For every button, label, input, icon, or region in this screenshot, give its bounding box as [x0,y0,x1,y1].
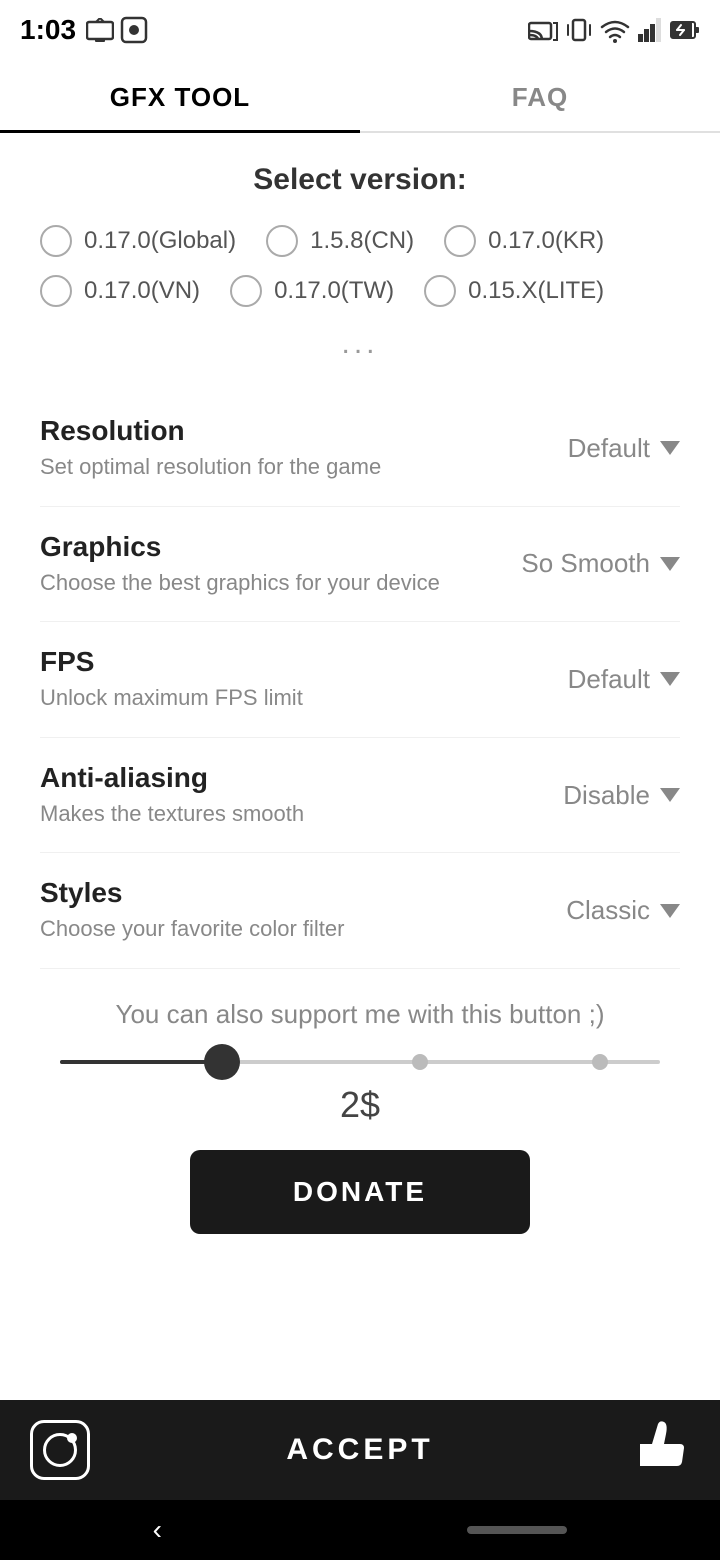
styles-chevron-icon [660,904,680,918]
version-grid: 0.17.0(Global) 1.5.8(CN) 0.17.0(KR) 0.17… [40,225,680,307]
radio-vn[interactable] [40,275,72,307]
status-time: 1:03 [20,14,76,46]
status-icons-right [528,17,700,43]
slider-fill [60,1060,222,1064]
resolution-dropdown[interactable]: Default [500,433,680,464]
tab-faq[interactable]: FAQ [360,60,720,131]
instagram-icon[interactable] [30,1420,90,1480]
thumbs-up-icon[interactable] [630,1416,690,1484]
slider-dot-1 [412,1054,428,1070]
screen-icon [120,16,148,44]
graphics-title: Graphics [40,531,480,563]
vibrate-icon [566,17,592,43]
graphics-desc: Choose the best graphics for your device [40,569,480,598]
version-title: Select version: [40,163,680,197]
status-bar: 1:03 [0,0,720,60]
graphics-dropdown[interactable]: So Smooth [500,548,680,579]
resolution-setting: Resolution Set optimal resolution for th… [40,391,680,507]
radio-kr[interactable] [444,225,476,257]
status-icons-left [86,16,148,44]
fps-title: FPS [40,646,480,678]
radio-tw[interactable] [230,275,262,307]
fps-setting: FPS Unlock maximum FPS limit Default [40,622,680,738]
styles-dropdown[interactable]: Classic [500,895,680,926]
antialiasing-chevron-icon [660,788,680,802]
styles-title: Styles [40,877,480,909]
nav-bar: ‹ [0,1500,720,1560]
support-text: You can also support me with this button… [40,999,680,1030]
resolution-chevron-icon [660,441,680,455]
slider-dot-2 [592,1054,608,1070]
antialiasing-title: Anti-aliasing [40,762,480,794]
radio-global[interactable] [40,225,72,257]
antialiasing-setting: Anti-aliasing Makes the textures smooth … [40,738,680,854]
version-option-lite[interactable]: 0.15.X(LITE) [424,275,604,307]
version-row-2: 0.17.0(VN) 0.17.0(TW) 0.15.X(LITE) [40,275,680,307]
resolution-desc: Set optimal resolution for the game [40,453,480,482]
antialiasing-value: Disable [563,780,650,811]
support-section: You can also support me with this button… [40,999,680,1234]
home-pill[interactable] [467,1526,567,1534]
styles-desc: Choose your favorite color filter [40,915,480,944]
back-button[interactable]: ‹ [153,1514,162,1546]
bottom-bar: ACCEPT [0,1400,720,1500]
fps-dropdown[interactable]: Default [500,664,680,695]
tab-bar: GFX TOOL FAQ [0,60,720,133]
version-section: Select version: 0.17.0(Global) 1.5.8(CN)… [40,163,680,361]
version-label-vn: 0.17.0(VN) [84,277,200,305]
version-option-kr[interactable]: 0.17.0(KR) [444,225,604,257]
wifi-icon [600,17,630,43]
main-content: Select version: 0.17.0(Global) 1.5.8(CN)… [0,133,720,1294]
battery-icon [670,18,700,42]
version-option-cn[interactable]: 1.5.8(CN) [266,225,414,257]
antialiasing-desc: Makes the textures smooth [40,800,480,829]
radio-lite[interactable] [424,275,456,307]
donate-button[interactable]: DONATE [190,1150,530,1234]
version-option-vn[interactable]: 0.17.0(VN) [40,275,200,307]
signal-icon [638,18,662,42]
version-row-1: 0.17.0(Global) 1.5.8(CN) 0.17.0(KR) [40,225,680,257]
version-label-global: 0.17.0(Global) [84,227,236,255]
version-option-global[interactable]: 0.17.0(Global) [40,225,236,257]
more-dots[interactable]: ... [40,327,680,361]
version-label-lite: 0.15.X(LITE) [468,277,604,305]
tv-icon [86,18,114,42]
donation-slider[interactable] [40,1050,680,1074]
fps-value: Default [568,664,650,695]
version-label-cn: 1.5.8(CN) [310,227,414,255]
styles-setting: Styles Choose your favorite color filter… [40,853,680,969]
cast-icon [528,18,558,42]
fps-desc: Unlock maximum FPS limit [40,684,480,713]
version-option-tw[interactable]: 0.17.0(TW) [230,275,394,307]
graphics-setting: Graphics Choose the best graphics for yo… [40,507,680,623]
radio-cn[interactable] [266,225,298,257]
slider-track [60,1060,660,1064]
graphics-value: So Smooth [521,548,650,579]
fps-chevron-icon [660,672,680,686]
resolution-title: Resolution [40,415,480,447]
slider-thumb[interactable] [204,1044,240,1080]
slider-amount: 2$ [40,1084,680,1126]
tab-gfx-tool[interactable]: GFX TOOL [0,60,360,131]
version-label-tw: 0.17.0(TW) [274,277,394,305]
styles-value: Classic [566,895,650,926]
graphics-chevron-icon [660,557,680,571]
resolution-value: Default [568,433,650,464]
accept-button[interactable]: ACCEPT [90,1433,630,1467]
version-label-kr: 0.17.0(KR) [488,227,604,255]
settings-section: Resolution Set optimal resolution for th… [40,391,680,969]
antialiasing-dropdown[interactable]: Disable [500,780,680,811]
